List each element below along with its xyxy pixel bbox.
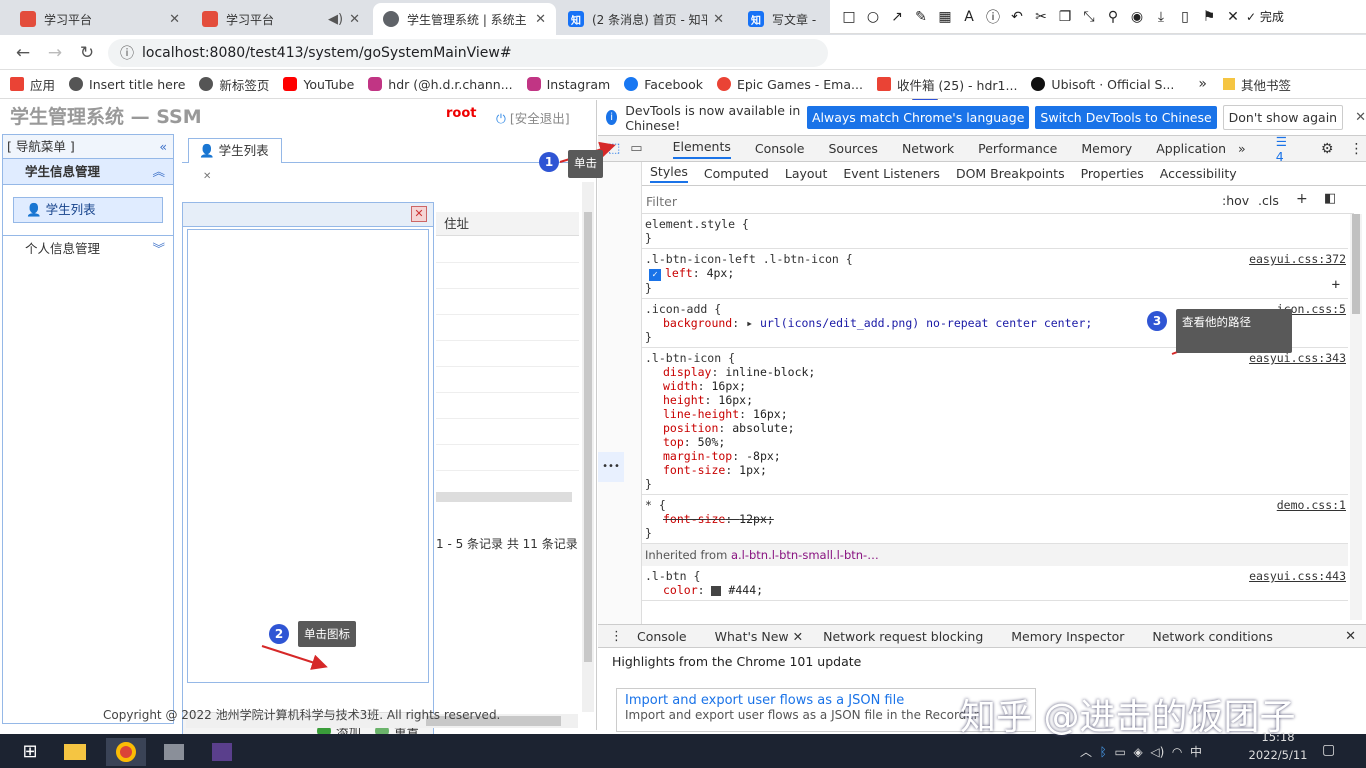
- arrow-step2: [261, 645, 328, 670]
- step-marker-3: 3: [1147, 311, 1167, 331]
- annotation-arrows: [261, 141, 1280, 670]
- step-callout-2: 单击图标: [298, 621, 356, 647]
- step-callout-1: 单击: [568, 150, 603, 178]
- step-callout-3: 查看他的路径: [1176, 309, 1292, 353]
- step-marker-2: 2: [269, 624, 289, 644]
- step-marker-1: 1: [539, 152, 559, 172]
- watermark: 知乎 @进击的饭团子: [960, 697, 1296, 738]
